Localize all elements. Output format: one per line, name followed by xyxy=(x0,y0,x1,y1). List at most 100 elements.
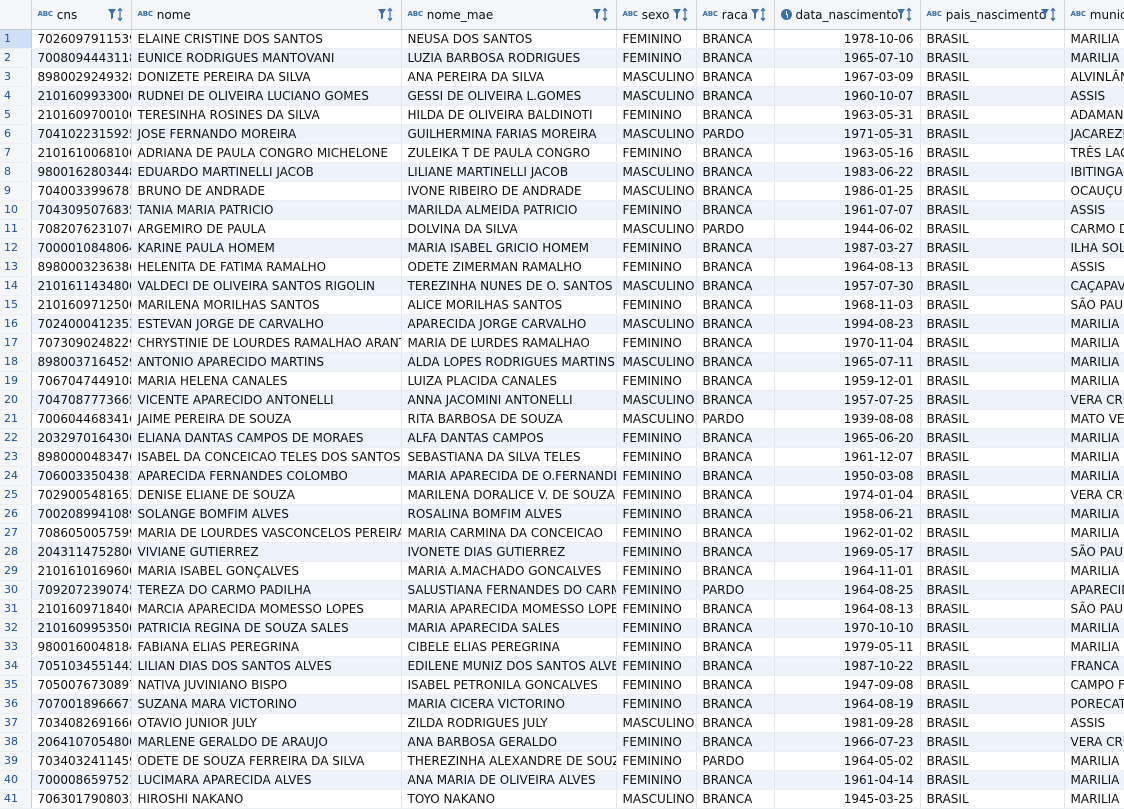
cell-nome[interactable]: DENISE ELIANE DE SOUZA xyxy=(131,485,402,505)
table-row[interactable]: 1702609791153944ELAINE CRISTINE DOS SANT… xyxy=(0,29,1124,49)
cell-data-nascimento[interactable]: 1964-05-02 xyxy=(774,751,921,771)
table-row[interactable]: 33980016004818408FABIANA ELIAS PEREGRINA… xyxy=(0,637,1124,657)
cell-pais-nascimento[interactable]: BRASIL xyxy=(920,694,1065,714)
cell-sexo[interactable]: FEMININO xyxy=(616,466,697,486)
cell-data-nascimento[interactable]: 1964-08-19 xyxy=(774,694,921,714)
cell-munic[interactable]: MARILIA xyxy=(1064,48,1124,68)
cell-munic[interactable]: ASSIS xyxy=(1064,86,1124,106)
cell-munic[interactable]: ASSIS xyxy=(1064,200,1124,220)
cell-data-nascimento[interactable]: 1983-06-22 xyxy=(774,162,921,182)
cell-cns[interactable]: 706003350438141 xyxy=(31,466,132,486)
cell-nome[interactable]: ADRIANA DE PAULA CONGRO MICHELONE xyxy=(131,143,402,163)
row-number[interactable]: 24 xyxy=(0,466,32,486)
cell-data-nascimento[interactable]: 1974-01-04 xyxy=(774,485,921,505)
cell-munic[interactable]: MARILIA xyxy=(1064,751,1124,771)
cell-cns[interactable]: 702400041235328 xyxy=(31,314,132,334)
cell-sexo[interactable]: MASCULINO xyxy=(616,67,697,87)
row-number[interactable]: 40 xyxy=(0,770,32,790)
cell-nome-mae[interactable]: CIBELE ELIAS PEREGRINA xyxy=(401,637,617,657)
cell-nome-mae[interactable]: ODETE ZIMERMAN RAMALHO xyxy=(401,257,617,277)
cell-data-nascimento[interactable]: 1939-08-08 xyxy=(774,409,921,429)
cell-munic[interactable]: MARILIA xyxy=(1064,561,1124,581)
row-number[interactable]: 5 xyxy=(0,105,32,125)
table-row[interactable]: 4210160993300005RUDNEI DE OLIVEIRA LUCIA… xyxy=(0,86,1124,106)
cell-raca[interactable]: BRANCA xyxy=(696,352,775,372)
table-row[interactable]: 2700809444311888EUNICE RODRIGUES MANTOVA… xyxy=(0,48,1124,68)
table-row[interactable]: 29210161016960009MARIA ISABEL GONÇALVESM… xyxy=(0,561,1124,581)
cell-nome-mae[interactable]: MARIA APARECIDA DE O.FERNANDES xyxy=(401,466,617,486)
cell-cns[interactable]: 706704744910820 xyxy=(31,371,132,391)
cell-nome-mae[interactable]: LUIZA PLACIDA CANALES xyxy=(401,371,617,391)
cell-nome[interactable]: DONIZETE PEREIRA DA SILVA xyxy=(131,67,402,87)
cell-cns[interactable]: 705103455144270 xyxy=(31,656,132,676)
cell-raca[interactable]: PARDO xyxy=(696,219,775,239)
cell-munic[interactable]: CAMPO F xyxy=(1064,675,1124,695)
cell-cns[interactable]: 203297016430001 xyxy=(31,428,132,448)
row-number[interactable]: 37 xyxy=(0,713,32,733)
row-number[interactable]: 3 xyxy=(0,67,32,87)
cell-cns[interactable]: 700604468341660 xyxy=(31,409,132,429)
cell-raca[interactable]: BRANCA xyxy=(696,333,775,353)
cell-nome-mae[interactable]: DOLVINA DA SILVA xyxy=(401,219,617,239)
cell-raca[interactable]: BRANCA xyxy=(696,314,775,334)
cell-nome-mae[interactable]: ANA BARBOSA GERALDO xyxy=(401,732,617,752)
cell-nome[interactable]: RUDNEI DE OLIVEIRA LUCIANO GOMES xyxy=(131,86,402,106)
cell-raca[interactable]: BRANCA xyxy=(696,561,775,581)
cell-pais-nascimento[interactable]: BRASIL xyxy=(920,504,1065,524)
row-number[interactable]: 13 xyxy=(0,257,32,277)
cell-data-nascimento[interactable]: 1994-08-23 xyxy=(774,314,921,334)
cell-sexo[interactable]: FEMININO xyxy=(616,295,697,315)
cell-munic[interactable]: SÃO PAUL xyxy=(1064,542,1124,562)
row-number[interactable]: 20 xyxy=(0,390,32,410)
cell-sexo[interactable]: FEMININO xyxy=(616,333,697,353)
cell-sexo[interactable]: FEMININO xyxy=(616,29,697,49)
row-number[interactable]: 4 xyxy=(0,86,32,106)
cell-nome-mae[interactable]: MARIA APARECIDA SALES xyxy=(401,618,617,638)
cell-munic[interactable]: MARILIA xyxy=(1064,466,1124,486)
cell-nome[interactable]: ELAINE CRISTINE DOS SANTOS xyxy=(131,29,402,49)
cell-pais-nascimento[interactable]: BRASIL xyxy=(920,143,1065,163)
cell-munic[interactable]: MARILIA xyxy=(1064,504,1124,524)
cell-raca[interactable]: BRANCA xyxy=(696,276,775,296)
cell-cns[interactable]: 210160971250005 xyxy=(31,295,132,315)
cell-nome[interactable]: OTAVIO JUNIOR JULY xyxy=(131,713,402,733)
cell-nome[interactable]: PATRICIA REGINA DE SOUZA SALES xyxy=(131,618,402,638)
cell-raca[interactable]: BRANCA xyxy=(696,770,775,790)
cell-sexo[interactable]: FEMININO xyxy=(616,542,697,562)
row-number[interactable]: 33 xyxy=(0,637,32,657)
cell-sexo[interactable]: FEMININO xyxy=(616,428,697,448)
cell-pais-nascimento[interactable]: BRASIL xyxy=(920,732,1065,752)
row-number[interactable]: 31 xyxy=(0,599,32,619)
cell-data-nascimento[interactable]: 1944-06-02 xyxy=(774,219,921,239)
cell-data-nascimento[interactable]: 1970-11-04 xyxy=(774,333,921,353)
cell-nome-mae[interactable]: IVONE RIBEIRO DE ANDRADE xyxy=(401,181,617,201)
cell-raca[interactable]: BRANCA xyxy=(696,86,775,106)
table-row[interactable]: 25702900548165370DENISE ELIANE DE SOUZAM… xyxy=(0,485,1124,505)
column-header-pais-nascimento[interactable]: ABC pais_nascimento xyxy=(920,0,1065,30)
cell-nome[interactable]: MARIA HELENA CANALES xyxy=(131,371,402,391)
cell-sexo[interactable]: FEMININO xyxy=(616,257,697,277)
cell-sexo[interactable]: FEMININO xyxy=(616,637,697,657)
table-row[interactable]: 27708605005759985MARIA DE LOURDES VASCON… xyxy=(0,523,1124,543)
row-number[interactable]: 21 xyxy=(0,409,32,429)
cell-nome-mae[interactable]: ANNA JACOMINI ANTONELLI xyxy=(401,390,617,410)
cell-nome-mae[interactable]: MARILENA DORALICE V. DE SOUZA xyxy=(401,485,617,505)
cell-nome[interactable]: TEREZA DO CARMO PADILHA xyxy=(131,580,402,600)
table-row[interactable]: 5210160970010000TERESINHA ROSINES DA SIL… xyxy=(0,105,1124,125)
cell-nome[interactable]: HELENITA DE FATIMA RAMALHO xyxy=(131,257,402,277)
cell-nome[interactable]: ARGEMIRO DE PAULA xyxy=(131,219,402,239)
cell-cns[interactable]: 703408269166613 xyxy=(31,713,132,733)
table-row[interactable]: 20704708777366531VICENTE APARECIDO ANTON… xyxy=(0,390,1124,410)
cell-pais-nascimento[interactable]: BRASIL xyxy=(920,789,1065,809)
table-row[interactable]: 28204311475280001VIVIANE GUTIERREZIVONET… xyxy=(0,542,1124,562)
cell-sexo[interactable]: MASCULINO xyxy=(616,352,697,372)
cell-data-nascimento[interactable]: 1959-12-01 xyxy=(774,371,921,391)
cell-nome[interactable]: ANTONIO APARECIDO MARTINS xyxy=(131,352,402,372)
cell-pais-nascimento[interactable]: BRASIL xyxy=(920,599,1065,619)
table-row[interactable]: 38206410705480001MARLENE GERALDO DE ARAU… xyxy=(0,732,1124,752)
cell-munic[interactable]: MARILIA xyxy=(1064,428,1124,448)
cell-nome[interactable]: CHRYSTINIE DE LOURDES RAMALHAO ARANTES xyxy=(131,333,402,353)
cell-munic[interactable]: ASSIS xyxy=(1064,257,1124,277)
cell-data-nascimento[interactable]: 1979-05-11 xyxy=(774,637,921,657)
cell-nome[interactable]: APARECIDA FERNANDES COLOMBO xyxy=(131,466,402,486)
